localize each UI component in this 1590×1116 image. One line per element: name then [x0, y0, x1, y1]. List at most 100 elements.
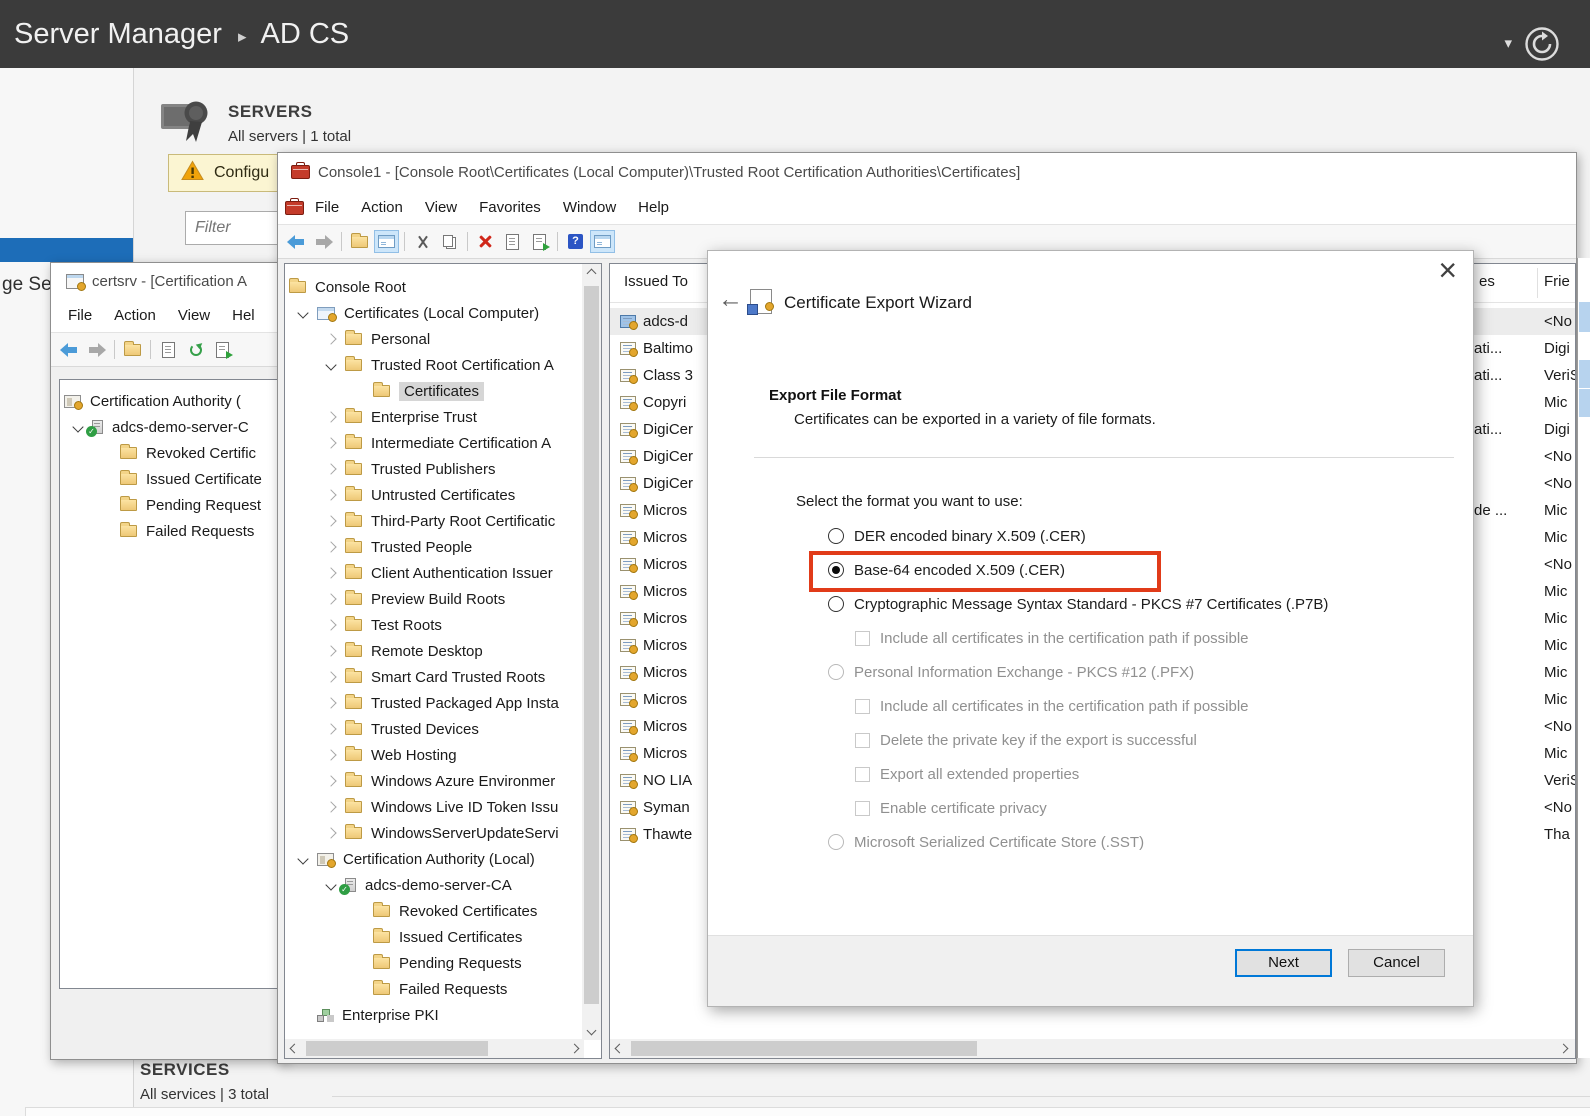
column-divider[interactable] — [1537, 268, 1538, 298]
list-item-columns[interactable]: <No — [1474, 551, 1575, 578]
tree-item[interactable]: Trusted Root Certification A — [285, 352, 601, 378]
scissors-icon[interactable] — [410, 230, 435, 253]
tree-item[interactable]: Remote Desktop — [285, 638, 601, 664]
tree-item[interactable]: Issued Certificate — [60, 466, 285, 492]
chevron-right-icon[interactable] — [317, 593, 345, 605]
menu-help[interactable]: Help — [638, 199, 669, 216]
tree-item[interactable]: Pending Requests — [285, 950, 601, 976]
chevron-right-icon[interactable] — [317, 333, 345, 345]
list-item-columns[interactable]: Mic — [1474, 740, 1575, 767]
folder-icon[interactable] — [347, 230, 372, 253]
forward-icon[interactable] — [311, 230, 336, 253]
list-item-columns[interactable]: Mic — [1474, 659, 1575, 686]
chevron-right-icon[interactable] — [317, 463, 345, 475]
tree-item[interactable]: Trusted Devices — [285, 716, 601, 742]
tree-item[interactable]: Trusted Publishers — [285, 456, 601, 482]
tree-item[interactable]: Web Hosting — [285, 742, 601, 768]
tree-item[interactable]: Untrusted Certificates — [285, 482, 601, 508]
list-horizontal-scrollbar[interactable] — [610, 1039, 1575, 1058]
list-item-columns[interactable]: ati... Digi — [1474, 416, 1575, 443]
list-item-columns[interactable]: VeriS — [1474, 767, 1575, 794]
tree-item[interactable]: Test Roots — [285, 612, 601, 638]
scroll-right-arrow[interactable] — [565, 1039, 584, 1058]
breadcrumb[interactable]: AD CS — [260, 18, 349, 51]
menu-view[interactable]: View — [178, 307, 210, 324]
menu-view[interactable]: View — [425, 199, 457, 216]
radio-option[interactable]: Base-64 encoded X.509 (.CER) — [809, 551, 1448, 592]
list-item-columns[interactable]: <No — [1474, 443, 1575, 470]
back-arrow-icon[interactable]: ← — [718, 285, 743, 314]
tree-item[interactable]: Windows Live ID Token Issu — [285, 794, 601, 820]
tree-item[interactable]: Enterprise PKI — [285, 1002, 601, 1028]
list-item-columns[interactable]: <No — [1474, 794, 1575, 821]
tree-item[interactable]: Third-Party Root Certificatic — [285, 508, 601, 534]
tree-item[interactable]: adcs-demo-server-C — [60, 414, 285, 440]
tree-item[interactable]: Certification Authority (Local) — [285, 846, 601, 872]
cancel-button[interactable]: Cancel — [1348, 949, 1445, 977]
chevron-down-icon[interactable] — [289, 307, 317, 319]
tree-item[interactable]: Failed Requests — [60, 518, 285, 544]
close-icon[interactable]: × — [1438, 253, 1457, 287]
tree-item[interactable]: Client Authentication Issuer — [285, 560, 601, 586]
list-item-columns[interactable]: <No — [1474, 713, 1575, 740]
tree-item[interactable]: Certification Authority ( — [60, 388, 285, 414]
tree-item[interactable]: Trusted Packaged App Insta — [285, 690, 601, 716]
menu-window[interactable]: Window — [563, 199, 616, 216]
list-item-columns[interactable]: Mic — [1474, 686, 1575, 713]
menu-action[interactable]: Action — [114, 307, 156, 324]
menu-file[interactable]: File — [68, 307, 92, 324]
tree-item[interactable]: Smart Card Trusted Roots — [285, 664, 601, 690]
console-titlebar[interactable]: Console1 - [Console Root\Certificates (L… — [278, 153, 1576, 191]
radio-button[interactable] — [828, 562, 844, 578]
folder-icon[interactable] — [120, 338, 145, 361]
scroll-up-arrow[interactable] — [582, 264, 601, 283]
tree-item[interactable]: Issued Certificates — [285, 924, 601, 950]
next-button[interactable]: Next — [1235, 949, 1332, 977]
winlist-icon[interactable] — [374, 230, 399, 253]
list-item-columns[interactable]: Mic — [1474, 605, 1575, 632]
list-item-columns[interactable]: ati... Digi — [1474, 335, 1575, 362]
chevron-right-icon[interactable] — [317, 619, 345, 631]
chevron-right-icon[interactable] — [317, 723, 345, 735]
scrollbar-thumb[interactable] — [306, 1041, 488, 1056]
menu-favorites[interactable]: Favorites — [479, 199, 541, 216]
tree-item[interactable]: Console Root — [285, 274, 601, 300]
tree-item[interactable]: Failed Requests — [285, 976, 601, 1002]
list-item-columns[interactable]: Mic — [1474, 578, 1575, 605]
tree-vertical-scrollbar[interactable] — [582, 264, 601, 1040]
chevron-right-icon[interactable] — [317, 697, 345, 709]
doc-icon[interactable] — [156, 338, 181, 361]
chevron-right-icon[interactable] — [317, 645, 345, 657]
radio-option[interactable]: DER encoded binary X.509 (.CER) — [828, 519, 1448, 553]
scrollbar-thumb[interactable] — [631, 1041, 977, 1056]
chevron-right-icon[interactable] — [317, 541, 345, 553]
tree-item[interactable]: Personal — [285, 326, 601, 352]
tree-item[interactable]: Certificates — [285, 378, 601, 404]
list-item-columns[interactable]: Mic — [1474, 632, 1575, 659]
tree-item[interactable]: Intermediate Certification A — [285, 430, 601, 456]
menu-action[interactable]: Action — [361, 199, 403, 216]
chevron-right-icon[interactable] — [317, 437, 345, 449]
chevron-right-icon[interactable] — [317, 801, 345, 813]
tree-item[interactable]: Enterprise Trust — [285, 404, 601, 430]
list-item-columns[interactable]: <No — [1474, 470, 1575, 497]
tree-item[interactable]: Pending Request — [60, 492, 285, 518]
menu-hel[interactable]: Hel — [232, 307, 255, 324]
scroll-left-arrow[interactable] — [610, 1039, 629, 1058]
radio-button[interactable] — [828, 596, 844, 612]
chevron-right-icon[interactable] — [317, 671, 345, 683]
chevron-down-icon[interactable]: ▾ — [1504, 34, 1512, 52]
tree-item[interactable]: Revoked Certific — [60, 440, 285, 466]
chevron-right-icon[interactable] — [317, 827, 345, 839]
tree-item[interactable]: Preview Build Roots — [285, 586, 601, 612]
forward-icon[interactable] — [84, 338, 109, 361]
chevron-down-icon[interactable] — [317, 359, 345, 371]
winlist-icon[interactable] — [590, 230, 615, 253]
scroll-left-arrow[interactable] — [285, 1039, 304, 1058]
list-item-columns[interactable]: Mic — [1474, 389, 1575, 416]
list-item-columns[interactable]: Mic — [1474, 524, 1575, 551]
scroll-down-arrow[interactable] — [582, 1021, 601, 1040]
back-icon[interactable] — [284, 230, 309, 253]
column-header-friendly-name[interactable]: Frie — [1544, 273, 1570, 290]
radio-option[interactable]: Cryptographic Message Syntax Standard - … — [828, 587, 1448, 621]
